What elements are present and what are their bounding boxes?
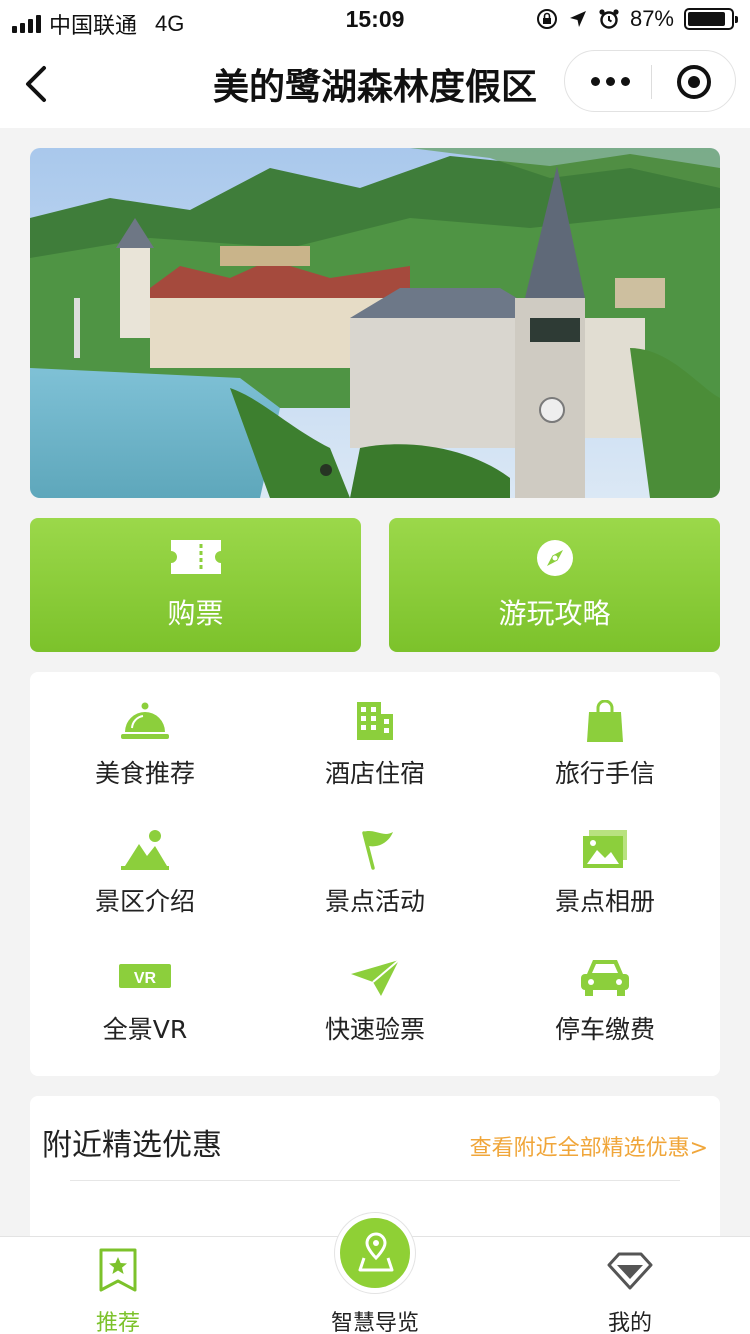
resort-photo [30, 148, 720, 498]
photo-album-icon [583, 830, 627, 868]
grid-label: 酒店住宿 [324, 759, 425, 788]
car-icon [581, 960, 629, 996]
grid-label: 旅行手信 [554, 759, 655, 788]
page-title: 美的鹭湖森林度假区 [212, 67, 537, 108]
grid-item-intro[interactable]: 景区介绍 [30, 800, 260, 928]
divider [70, 1180, 680, 1181]
paper-plane-icon [351, 959, 400, 996]
grid-label: 景点相册 [554, 887, 655, 916]
grid-label: 景区介绍 [94, 887, 195, 916]
battery-fill [688, 12, 725, 26]
more-button[interactable] [591, 77, 630, 86]
capsule-divider [651, 65, 652, 99]
grid-item-activities[interactable]: 景点活动 [260, 800, 490, 928]
alarm-icon [599, 9, 619, 29]
tab-label: 推荐 [95, 1311, 140, 1334]
tab-recommend[interactable]: 推荐 [48, 1237, 188, 1334]
ticket-icon [170, 540, 221, 574]
grid-item-vr[interactable]: VR 全景VR [30, 928, 260, 1056]
grid-item-hotel[interactable]: 酒店住宿 [260, 672, 490, 800]
map-pin-icon [358, 1232, 394, 1272]
travel-guide-button[interactable]: 游玩攻略 [389, 518, 720, 652]
travel-guide-label: 游玩攻略 [498, 597, 611, 630]
grid-label: 美食推荐 [94, 759, 195, 788]
tab-bar: 推荐 智慧导览 我的 [0, 1213, 750, 1334]
grid-label: 快速验票 [324, 1015, 425, 1044]
grid-item-quick-check[interactable]: 快速验票 [260, 928, 490, 1056]
mini-program-capsule [564, 50, 736, 112]
view-all-deals-link[interactable]: 查看附近全部精选优惠> [470, 1130, 708, 1162]
back-icon [26, 66, 46, 102]
close-mini-program-button[interactable] [677, 65, 711, 99]
flag-icon [362, 831, 393, 870]
buy-ticket-label: 购票 [167, 597, 224, 630]
grid-label: 全景VR [102, 1015, 188, 1044]
tab-mine[interactable]: 我的 [560, 1237, 700, 1334]
grid-item-album[interactable]: 景点相册 [490, 800, 720, 928]
back-button[interactable] [18, 62, 58, 106]
tab-label: 智慧导览 [330, 1311, 419, 1334]
banner-carousel[interactable] [30, 148, 720, 498]
battery-percent: 87% [629, 6, 674, 31]
deals-title: 附近精选优惠 [42, 1128, 222, 1163]
grid-item-souvenir[interactable]: 旅行手信 [490, 672, 720, 800]
carousel-indicator [320, 464, 332, 476]
more-icon [591, 77, 600, 86]
battery-icon [684, 8, 738, 30]
vr-icon: VR [119, 964, 171, 988]
rotation-lock-icon [536, 9, 557, 29]
tab-label: 我的 [607, 1311, 652, 1334]
tab-smart-guide[interactable]: 智慧导览 [305, 1213, 445, 1334]
compass-icon [536, 540, 573, 576]
landscape-icon [121, 830, 169, 870]
star-bookmark-icon [99, 1248, 137, 1292]
svg-text:VR: VR [134, 970, 157, 987]
shopping-bag-icon [587, 700, 623, 742]
location-icon [569, 11, 586, 27]
smart-guide-circle [335, 1213, 415, 1293]
status-right: 87% [536, 6, 738, 32]
grid-label: 景点活动 [324, 887, 425, 916]
grid-item-parking[interactable]: 停车缴费 [490, 928, 720, 1056]
building-icon [357, 702, 393, 740]
grid-item-food[interactable]: 美食推荐 [30, 672, 260, 800]
food-cloche-icon [121, 702, 169, 739]
services-grid: 美食推荐 酒店住宿 旅行手信 景区介绍 景点活动 景点相册 VR 全景VR 快速… [30, 672, 720, 1076]
nav-bar: 美的鹭湖森林度假区 [0, 40, 750, 128]
diamond-icon [607, 1252, 653, 1290]
grid-label: 停车缴费 [554, 1015, 655, 1044]
buy-ticket-button[interactable]: 购票 [30, 518, 361, 652]
status-bar: 中国联通 4G 15:09 87% [0, 0, 750, 40]
